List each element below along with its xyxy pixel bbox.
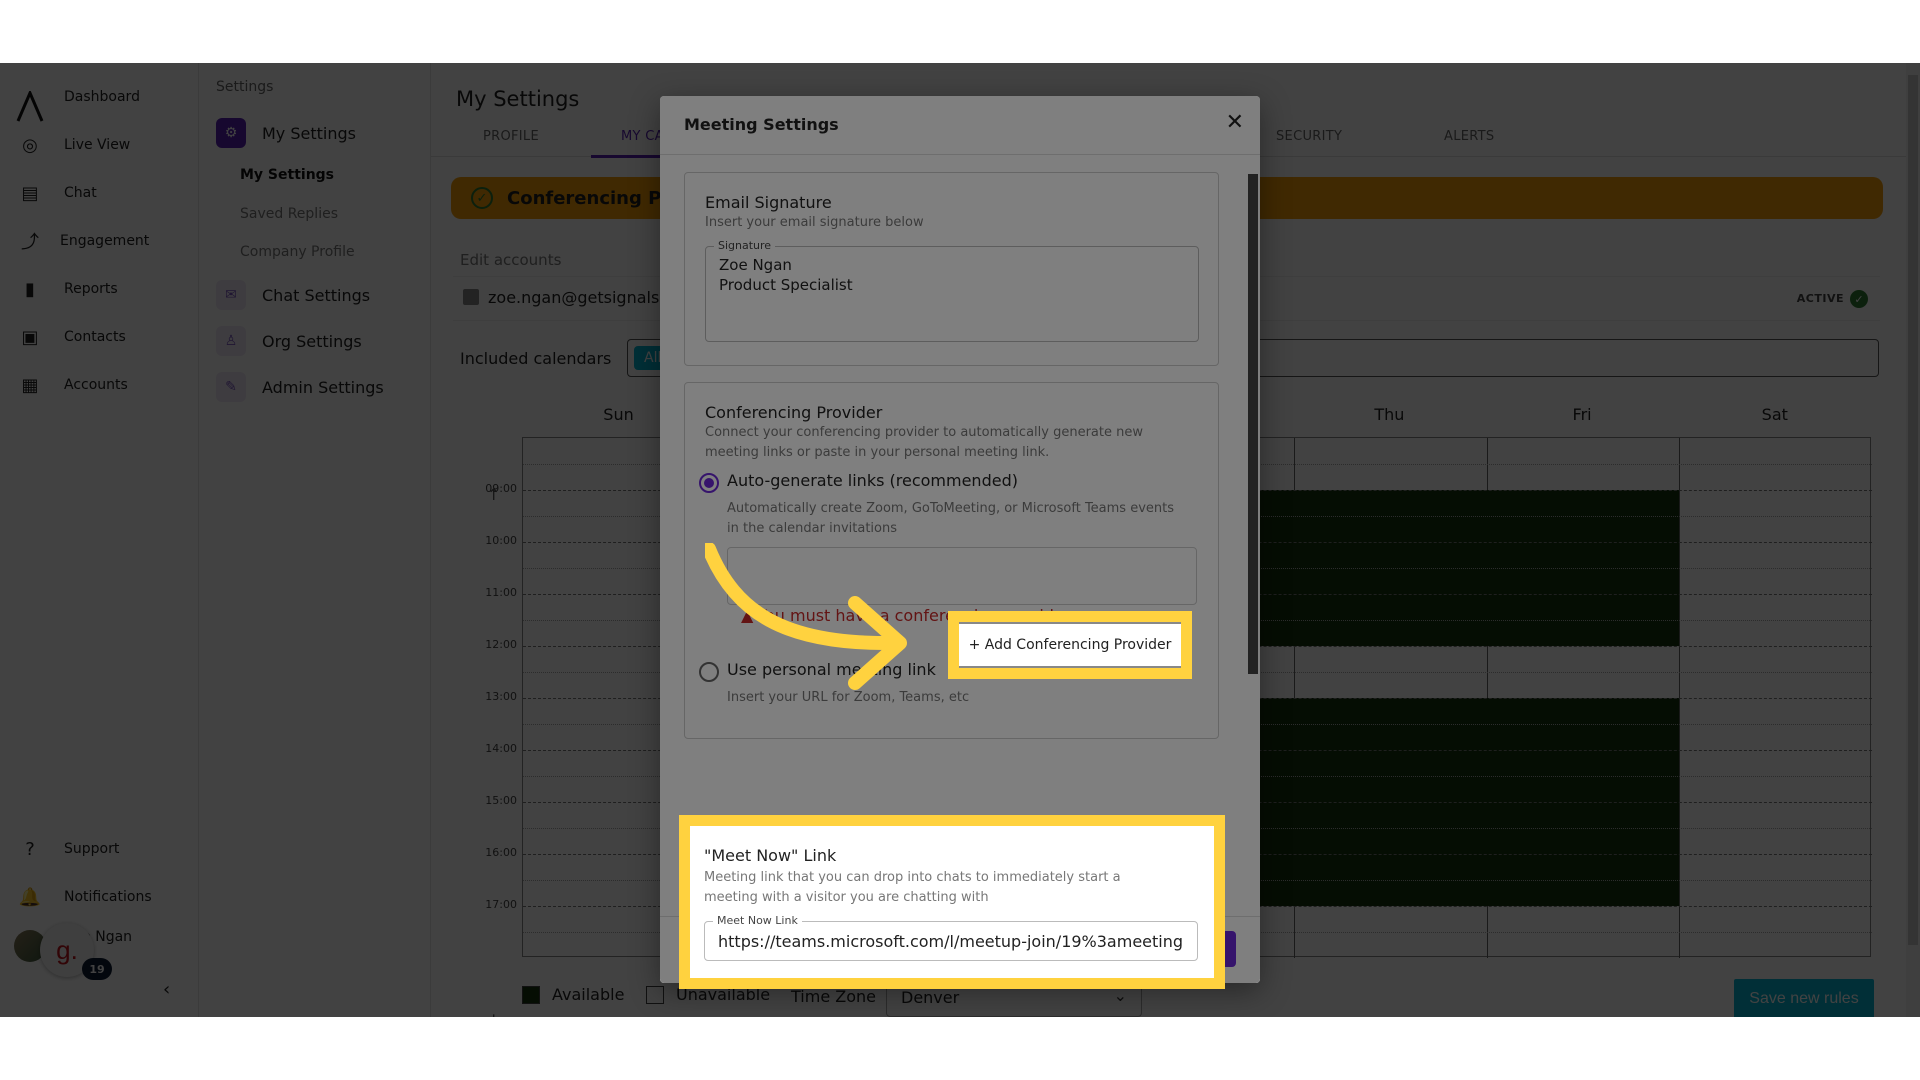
close-icon[interactable]: ✕ xyxy=(1226,110,1244,135)
field-label: Meet Now Link xyxy=(713,914,802,927)
conferencing-desc: Connect your conferencing provider to au… xyxy=(705,425,1143,460)
radio-auto-generate[interactable] xyxy=(699,473,719,493)
personal-link-desc: Insert your URL for Zoom, Teams, etc xyxy=(727,690,970,705)
modal-scrollbar[interactable] xyxy=(1246,156,1260,916)
signature-value: Zoe Ngan Product Specialist xyxy=(719,256,853,294)
radio-personal-link[interactable] xyxy=(699,662,719,682)
add-conferencing-provider-button[interactable]: + Add Conferencing Provider xyxy=(959,622,1181,668)
warning-icon: ▲ xyxy=(741,606,754,625)
modal-title: Meeting Settings xyxy=(684,115,839,134)
modal-header: Meeting Settings ✕ xyxy=(660,96,1260,155)
auto-generate-label: Auto-generate links (recommended) xyxy=(727,471,1018,490)
modal-scrollbar-thumb[interactable] xyxy=(1248,174,1258,674)
meet-now-value: https://teams.microsoft.com/l/meetup-joi… xyxy=(718,932,1184,951)
email-signature-desc: Insert your email signature below xyxy=(705,215,924,230)
add-provider-highlight: + Add Conferencing Provider xyxy=(948,611,1192,679)
field-label: Signature xyxy=(714,239,776,252)
modal-body: Email Signature Insert your email signat… xyxy=(660,156,1260,916)
meet-now-desc: Meeting link that you can drop into chat… xyxy=(704,870,1121,905)
provider-box xyxy=(727,547,1197,605)
personal-link-label: Use personal meeting link xyxy=(727,660,936,679)
conferencing-provider-card: Conferencing Provider Connect your confe… xyxy=(684,382,1219,739)
email-signature-title: Email Signature xyxy=(705,193,832,212)
auto-generate-desc: Automatically create Zoom, GoToMeeting, … xyxy=(727,501,1175,536)
meet-now-title: "Meet Now" Link xyxy=(704,846,837,865)
app-window: Dashboard ◎ Live View ▤ Chat ⤴ Engagemen… xyxy=(0,63,1920,1017)
conferencing-title: Conferencing Provider xyxy=(705,403,883,422)
signature-textarea[interactable]: Signature Zoe Ngan Product Specialist xyxy=(705,239,1199,342)
email-signature-card: Email Signature Insert your email signat… xyxy=(684,172,1219,366)
meet-now-input[interactable]: Meet Now Link https://teams.microsoft.co… xyxy=(704,914,1198,961)
meet-now-highlight: "Meet Now" Link Meeting link that you ca… xyxy=(679,815,1225,989)
